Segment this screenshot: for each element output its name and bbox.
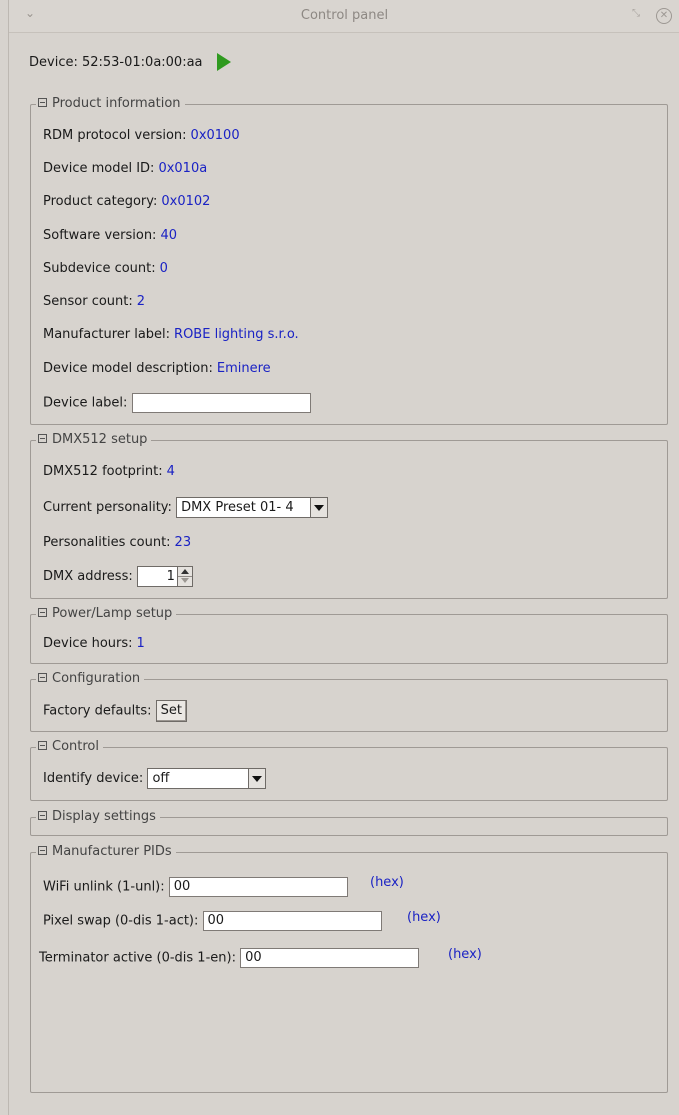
product-information-header[interactable]: Product information bbox=[36, 96, 185, 112]
footprint-row: DMX512 footprint: 4 bbox=[43, 464, 175, 479]
product-information-group: Product information RDM protocol version… bbox=[30, 96, 668, 425]
dmx-setup-group: DMX512 setup DMX512 footprint: 4 Current … bbox=[30, 432, 668, 599]
model-description-row: Device model description: Eminere bbox=[43, 361, 271, 376]
display-settings-header[interactable]: Display settings bbox=[36, 809, 160, 825]
control-panel-window: ⌄ Control panel ⤡ ✕ Device: 52:53-01:0a:… bbox=[8, 0, 679, 1115]
manufacturer-value: ROBE lighting s.r.o. bbox=[174, 327, 299, 342]
close-icon[interactable]: ✕ bbox=[656, 8, 672, 24]
title-bar: ⌄ Control panel ⤡ ✕ bbox=[9, 0, 679, 33]
dropdown-arrow-icon[interactable] bbox=[248, 769, 266, 788]
shrink-icon[interactable]: ⤡ bbox=[632, 8, 640, 19]
terminator-input[interactable]: 00 bbox=[240, 948, 420, 968]
device-row: Device: 52:53-01:0a:00:aa bbox=[29, 52, 231, 72]
identify-device-row: Identify device: off bbox=[43, 768, 267, 789]
collapse-icon[interactable] bbox=[38, 434, 47, 443]
device-label-row: Device label: bbox=[43, 393, 311, 413]
window-title: Control panel bbox=[300, 8, 389, 23]
dmx-setup-header[interactable]: DMX512 setup bbox=[36, 432, 152, 448]
power-lamp-header[interactable]: Power/Lamp setup bbox=[36, 606, 177, 622]
personalities-count-row: Personalities count: 23 bbox=[43, 535, 192, 550]
pixel-swap-row: Pixel swap (0-dis 1-act): 00 bbox=[43, 911, 382, 931]
collapse-icon[interactable] bbox=[38, 741, 47, 750]
software-version-value: 40 bbox=[160, 228, 177, 243]
wifi-unlink-row: WiFi unlink (1-unl): 00 bbox=[43, 877, 348, 897]
dmx-address-spinbox[interactable]: 1 bbox=[136, 566, 193, 587]
subdevice-row: Subdevice count: 0 bbox=[43, 261, 168, 276]
category-value: 0x0102 bbox=[161, 194, 211, 209]
device-id-label: Device: 52:53-01:0a:00:aa bbox=[29, 54, 203, 70]
wifi-unlink-input[interactable]: 00 bbox=[168, 877, 348, 897]
spin-buttons[interactable] bbox=[176, 567, 192, 586]
footprint-value: 4 bbox=[166, 464, 175, 479]
collapse-icon[interactable] bbox=[38, 608, 47, 617]
device-hours-value: 1 bbox=[136, 636, 145, 651]
model-description-value: Eminere bbox=[216, 361, 271, 376]
wifi-hex-label: (hex) bbox=[370, 875, 404, 890]
model-id-value: 0x010a bbox=[158, 161, 208, 176]
set-factory-defaults-button[interactable]: Set bbox=[155, 700, 188, 722]
play-icon[interactable] bbox=[216, 53, 231, 71]
power-lamp-group: Power/Lamp setup Device hours: 1 bbox=[30, 606, 668, 664]
rdm-protocol-row: RDM protocol version: 0x0100 bbox=[43, 128, 240, 143]
collapse-icon[interactable] bbox=[38, 811, 47, 820]
model-id-row: Device model ID: 0x010a bbox=[43, 161, 208, 176]
category-row: Product category: 0x0102 bbox=[43, 194, 211, 209]
factory-defaults-row: Factory defaults: Set bbox=[43, 700, 188, 722]
device-hours-row: Device hours: 1 bbox=[43, 636, 145, 651]
terminator-row: Terminator active (0-dis 1-en): 00 bbox=[39, 948, 420, 968]
personalities-count-value: 23 bbox=[174, 535, 192, 550]
software-version-row: Software version: 40 bbox=[43, 228, 177, 243]
sensor-value: 2 bbox=[136, 294, 146, 309]
manufacturer-pids-header[interactable]: Manufacturer PIDs bbox=[36, 844, 176, 860]
pixel-hex-label: (hex) bbox=[407, 910, 441, 925]
collapse-icon[interactable] bbox=[38, 846, 47, 855]
collapse-icon[interactable] bbox=[38, 98, 47, 107]
device-label-input[interactable] bbox=[131, 393, 311, 413]
rdm-protocol-value: 0x0100 bbox=[190, 128, 240, 143]
personality-select[interactable]: DMX Preset 01- 4 bbox=[176, 497, 329, 518]
dmx-address-row: DMX address: 1 bbox=[43, 566, 193, 587]
identify-device-select[interactable]: off bbox=[147, 768, 267, 789]
control-group: Control Identify device: off bbox=[30, 739, 668, 801]
collapse-icon[interactable] bbox=[38, 673, 47, 682]
control-header[interactable]: Control bbox=[36, 739, 103, 755]
terminator-hex-label: (hex) bbox=[448, 947, 482, 962]
dropdown-arrow-icon[interactable] bbox=[310, 498, 328, 517]
manufacturer-row: Manufacturer label: ROBE lighting s.r.o. bbox=[43, 327, 299, 342]
configuration-header[interactable]: Configuration bbox=[36, 671, 145, 687]
subdevice-value: 0 bbox=[159, 261, 168, 276]
sensor-row: Sensor count: 2 bbox=[43, 294, 146, 309]
personality-row: Current personality: DMX Preset 01- 4 bbox=[43, 497, 329, 518]
display-settings-group: Display settings bbox=[30, 809, 668, 836]
manufacturer-pids-group: Manufacturer PIDs WiFi unlink (1-unl): 0… bbox=[30, 844, 668, 1093]
pixel-swap-input[interactable]: 00 bbox=[202, 911, 382, 931]
configuration-group: Configuration Factory defaults: Set bbox=[30, 671, 668, 732]
